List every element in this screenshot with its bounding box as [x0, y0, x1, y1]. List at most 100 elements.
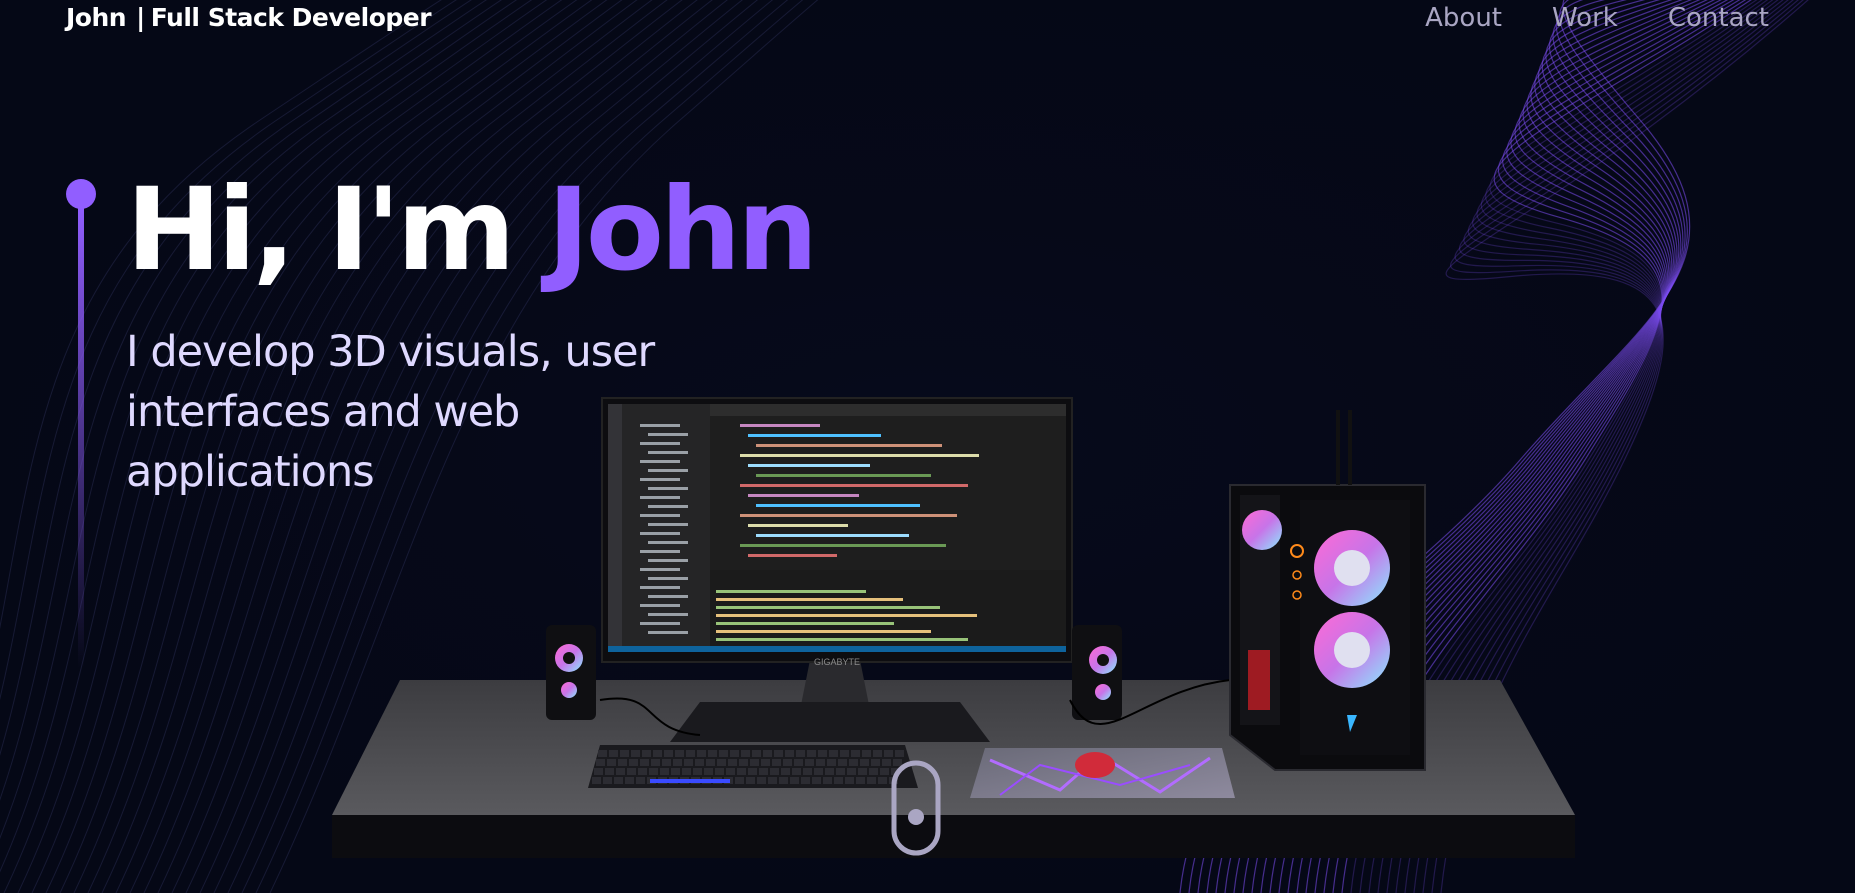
keyboard-key: [761, 759, 770, 766]
keyboard-key: [660, 768, 669, 775]
keyboard-key: [596, 759, 605, 766]
explorer-item: [648, 451, 688, 454]
terminal-line: [716, 614, 977, 617]
explorer-item: [648, 559, 688, 562]
keyboard-key: [845, 777, 854, 784]
explorer-item: [648, 523, 688, 526]
keyboard-key: [867, 777, 876, 784]
keyboard-key: [607, 759, 616, 766]
keyboard-key: [805, 759, 814, 766]
keyboard-key: [620, 750, 629, 757]
code-line: [756, 534, 909, 537]
terminal-line: [716, 638, 968, 641]
code-line: [748, 494, 859, 497]
keyboard-key: [752, 750, 761, 757]
explorer-item: [640, 496, 680, 499]
explorer-item: [640, 514, 680, 517]
mouse: [1075, 752, 1115, 778]
keyboard-key: [739, 759, 748, 766]
keyboard-key: [768, 777, 777, 784]
keyboard-key: [717, 759, 726, 766]
keyboard-key: [801, 777, 810, 784]
code-line: [756, 444, 942, 447]
keyboard-key: [664, 750, 673, 757]
explorer-item: [640, 604, 680, 607]
keyboard-key: [763, 750, 772, 757]
code-line: [756, 474, 931, 477]
monitor-brand-label: GIGABYTE: [814, 657, 860, 667]
keyboard-key: [673, 759, 682, 766]
keyboard-key: [706, 759, 715, 766]
keyboard-key: [847, 768, 856, 775]
keyboard: [588, 745, 918, 788]
keyboard-key: [614, 777, 623, 784]
terminal-line: [716, 606, 940, 609]
keyboard-key: [807, 750, 816, 757]
explorer-item: [640, 622, 680, 625]
keyboard-key: [759, 768, 768, 775]
keyboard-key: [697, 750, 706, 757]
keyboard-key: [812, 777, 821, 784]
keyboard-key: [884, 750, 893, 757]
keyboard-key: [684, 759, 693, 766]
keyboard-key: [737, 768, 746, 775]
keyboard-key: [728, 759, 737, 766]
keyboard-key: [816, 759, 825, 766]
terminal-line: [716, 630, 931, 633]
keyboard-key: [616, 768, 625, 775]
keyboard-key: [880, 768, 889, 775]
explorer-item: [640, 586, 680, 589]
speaker-left: [546, 625, 596, 720]
keyboard-key: [719, 750, 728, 757]
code-line: [740, 454, 979, 457]
explorer-item: [648, 541, 688, 544]
keyboard-key: [640, 759, 649, 766]
pc-tower: [1229, 484, 1426, 771]
explorer-item: [648, 505, 688, 508]
keyboard-key: [772, 759, 781, 766]
keyboard-key: [636, 777, 645, 784]
explorer-item: [640, 424, 680, 427]
explorer-item: [640, 568, 680, 571]
keyboard-key: [693, 768, 702, 775]
keyboard-key: [651, 759, 660, 766]
keyboard-key: [882, 759, 891, 766]
code-line: [748, 554, 837, 557]
keyboard-key: [774, 750, 783, 757]
keyboard-key: [878, 777, 887, 784]
keyboard-key: [618, 759, 627, 766]
keyboard-key: [757, 777, 766, 784]
keyboard-key: [638, 768, 647, 775]
scroll-wheel-dot: [908, 809, 924, 825]
explorer-item: [640, 478, 680, 481]
keyboard-key: [781, 768, 790, 775]
keyboard-key: [785, 750, 794, 757]
terminal-line: [716, 622, 894, 625]
keyboard-key: [856, 777, 865, 784]
explorer-item: [640, 550, 680, 553]
keyboard-key: [770, 768, 779, 775]
keyboard-key: [726, 768, 735, 775]
code-line: [740, 484, 968, 487]
code-line: [748, 524, 848, 527]
keyboard-key: [603, 777, 612, 784]
keyboard-key: [730, 750, 739, 757]
keyboard-key: [750, 759, 759, 766]
keyboard-key: [838, 759, 847, 766]
keyboard-key: [675, 750, 684, 757]
keyboard-key: [695, 759, 704, 766]
mouse-scroll-icon[interactable]: [891, 760, 941, 856]
keyboard-key: [796, 750, 805, 757]
keyboard-key: [704, 768, 713, 775]
keyboard-key: [829, 750, 838, 757]
keyboard-key: [598, 750, 607, 757]
keyboard-key: [746, 777, 755, 784]
keyboard-key: [592, 777, 601, 784]
keyboard-key: [873, 750, 882, 757]
keyboard-key: [840, 750, 849, 757]
keyboard-key: [895, 750, 904, 757]
explorer-item: [648, 469, 688, 472]
keyboard-key: [741, 750, 750, 757]
keyboard-key: [627, 768, 636, 775]
explorer-item: [648, 487, 688, 490]
